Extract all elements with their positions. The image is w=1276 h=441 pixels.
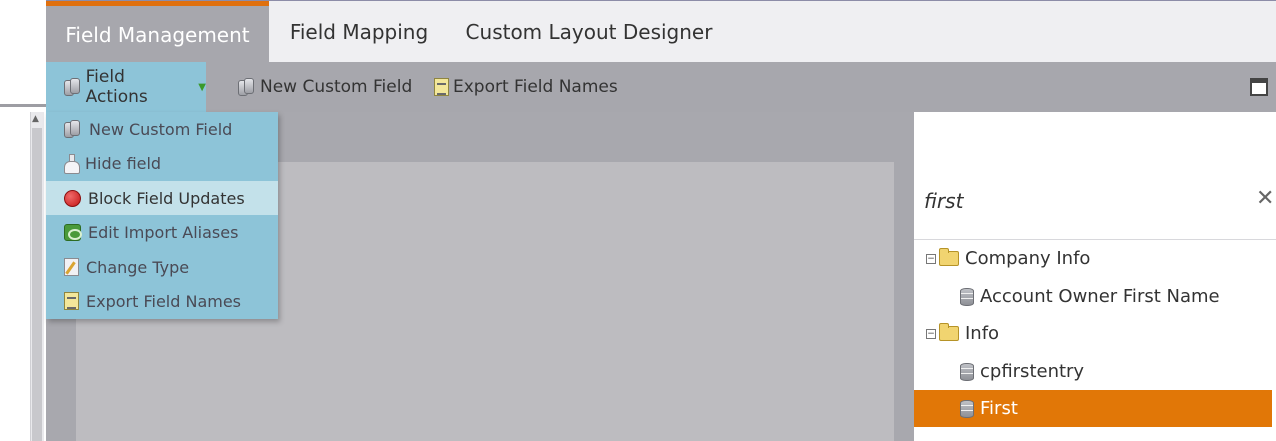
menu-item-label: Block Field Updates [88, 188, 245, 208]
export-field-names-button[interactable]: Export Field Names [434, 62, 618, 112]
scrollbar-thumb[interactable] [32, 128, 42, 441]
tree-group-label: Company Info [965, 248, 1091, 269]
new-custom-field-button[interactable]: New Custom Field [236, 62, 412, 112]
new-custom-field-label: New Custom Field [260, 77, 413, 97]
menu-item-label: New Custom Field [89, 119, 233, 139]
menu-item-edit-import-aliases[interactable]: Edit Import Aliases [46, 215, 278, 249]
field-actions-button[interactable]: Field Actions ▼ [46, 62, 206, 112]
menu-item-export-field-names[interactable]: Export Field Names [46, 284, 278, 318]
tab-bar: Field Management Field Mapping Custom La… [46, 0, 1276, 63]
db-stack-icon [64, 78, 82, 96]
tree-item-label: cpfirstentry [980, 361, 1085, 382]
toolbar: Field Actions ▼ New Custom Field Export … [46, 62, 1276, 112]
tree-item-label: First [980, 398, 1018, 419]
tab-field-management[interactable]: Field Management [46, 1, 269, 63]
top-left-blank [0, 0, 46, 106]
menu-item-hide-field[interactable]: Hide field [46, 146, 278, 180]
tree-item[interactable]: Account Owner First Name [914, 278, 1272, 315]
menu-item-new-custom-field[interactable]: New Custom Field [46, 112, 278, 146]
scroll-up-arrow-icon[interactable]: ▲ [32, 114, 39, 124]
menu-item-label: Change Type [86, 257, 190, 277]
field-search-panel: ✕ − Company Info Account Owner First Nam… [914, 162, 1276, 441]
database-icon [960, 287, 974, 306]
change-type-icon [64, 258, 79, 276]
clear-search-icon[interactable]: ✕ [1256, 186, 1274, 211]
field-actions-menu: New Custom Field Hide field Block Field … [46, 112, 278, 319]
export-field-names-label: Export Field Names [453, 77, 618, 97]
tree-group-label: Info [965, 323, 1000, 344]
tree-group-company-info[interactable]: − Company Info [914, 240, 1272, 277]
left-divider [0, 104, 46, 107]
block-icon [64, 189, 81, 207]
menu-item-label: Export Field Names [86, 291, 242, 311]
menu-item-label: Edit Import Aliases [88, 222, 239, 242]
field-actions-label: Field Actions [85, 67, 148, 107]
collapse-icon[interactable]: − [926, 253, 936, 264]
db-stack-icon [238, 78, 256, 96]
database-icon [960, 362, 974, 381]
folder-icon [939, 248, 959, 266]
search-input[interactable] [924, 184, 1224, 218]
folder-icon [939, 323, 959, 341]
list-icon [64, 292, 79, 310]
tab-custom-layout-designer[interactable]: Custom Layout Designer [449, 1, 729, 63]
db-stack-icon [64, 120, 82, 138]
tab-field-mapping[interactable]: Field Mapping [269, 1, 449, 63]
maximize-window-icon[interactable] [1250, 78, 1268, 96]
menu-item-block-field-updates[interactable]: Block Field Updates [46, 181, 278, 215]
menu-item-change-type[interactable]: Change Type [46, 250, 278, 284]
list-icon [434, 78, 449, 96]
flask-icon [64, 154, 80, 174]
tree-group-info[interactable]: − Info [914, 315, 1272, 352]
database-icon [960, 399, 974, 418]
collapse-icon[interactable]: − [926, 328, 936, 339]
alias-icon [64, 223, 82, 241]
caret-down-icon: ▼ [198, 81, 206, 93]
tree-item-label: Account Owner First Name [980, 286, 1220, 307]
menu-item-label: Hide field [85, 153, 162, 173]
tree-item[interactable]: cpfirstentry [914, 353, 1272, 390]
search-box: ✕ [914, 162, 1276, 240]
tree-item-selected[interactable]: First [914, 390, 1272, 427]
